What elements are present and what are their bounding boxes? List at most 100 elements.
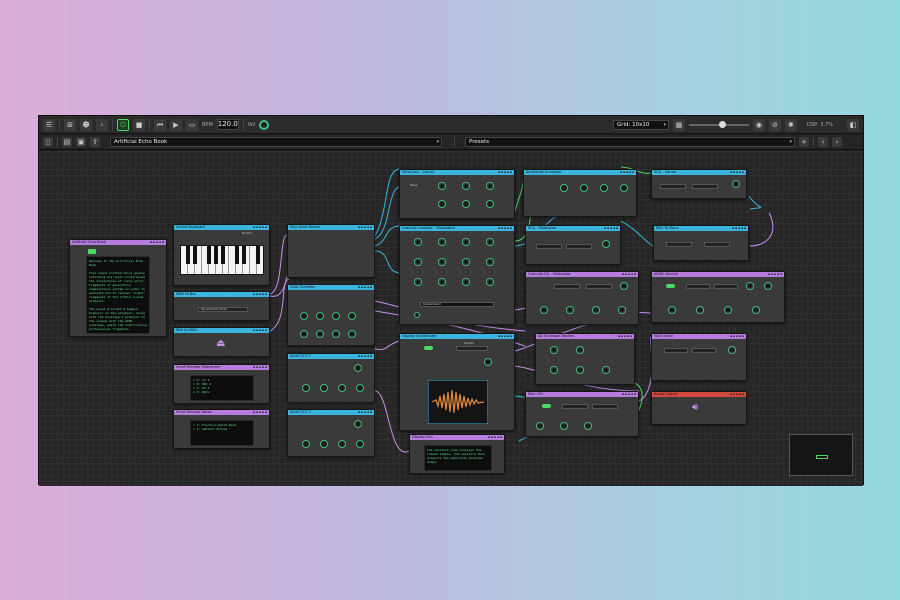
prev-icon[interactable]: ‹ xyxy=(818,137,828,147)
select[interactable] xyxy=(704,242,730,247)
knob[interactable] xyxy=(486,200,494,208)
select[interactable] xyxy=(586,284,612,289)
enable-toggle[interactable] xyxy=(542,404,551,408)
sample-select[interactable]: Bypass/Select xyxy=(420,302,494,307)
node-lfo-2[interactable]: Small LFO 2 xyxy=(287,409,375,457)
piano-keys[interactable] xyxy=(180,245,264,275)
knob[interactable] xyxy=(576,366,584,374)
knob[interactable] xyxy=(438,182,446,190)
node-poly-to-mono[interactable]: Poly To Mono xyxy=(653,225,749,261)
knob[interactable] xyxy=(536,422,544,430)
knob[interactable] xyxy=(550,366,558,374)
knob[interactable] xyxy=(338,384,346,392)
patch-name-select[interactable]: Artificial Echo Book xyxy=(110,137,442,147)
tab-toggle[interactable] xyxy=(88,249,96,254)
monitor-icon[interactable]: ▭ xyxy=(186,118,198,131)
knob[interactable] xyxy=(732,180,740,188)
node-audio-output[interactable]: Audio Output 🔊︎ xyxy=(651,391,747,425)
node-vca-carrier[interactable]: VCA - Carrier xyxy=(651,169,747,199)
power-icon[interactable]: ⏻ xyxy=(117,118,129,131)
grid-select[interactable]: Grid: 10x10 xyxy=(612,119,669,130)
hierarchy-icon[interactable]: ⊞ xyxy=(64,118,76,131)
knob[interactable] xyxy=(576,346,584,354)
knob[interactable] xyxy=(486,278,494,286)
select[interactable] xyxy=(692,348,716,353)
enable-toggle[interactable] xyxy=(666,284,675,288)
node-multi-level[interactable]: Multi Level xyxy=(651,333,747,381)
eye-off-icon[interactable]: ⊘ xyxy=(768,118,781,131)
node-eq-modulator[interactable]: Granular EQ - Modulator xyxy=(525,271,639,325)
node-virtual-keyboard[interactable]: Virtual Keyboard Monitor xyxy=(173,224,270,286)
volume-knob[interactable] xyxy=(259,119,270,130)
knob[interactable] xyxy=(560,422,568,430)
node-amp-envelope[interactable]: Amplitude Envelope xyxy=(523,169,637,217)
knob[interactable] xyxy=(484,358,492,366)
knob[interactable] xyxy=(438,238,446,246)
rate-knob[interactable] xyxy=(354,364,362,372)
knob[interactable] xyxy=(300,330,308,338)
knob[interactable] xyxy=(356,384,364,392)
knob[interactable] xyxy=(300,312,308,320)
menu-icon[interactable]: ☰ xyxy=(43,118,55,131)
knob[interactable] xyxy=(348,330,356,338)
knob[interactable] xyxy=(302,384,310,392)
knob[interactable] xyxy=(316,330,324,338)
knob[interactable] xyxy=(550,346,558,354)
knob[interactable] xyxy=(348,312,356,320)
knob[interactable] xyxy=(618,306,626,314)
robot-icon[interactable]: ☻ xyxy=(80,118,92,131)
minimap[interactable] xyxy=(789,434,853,476)
knob[interactable] xyxy=(696,306,704,314)
select[interactable] xyxy=(666,242,692,247)
knob[interactable] xyxy=(462,238,470,246)
knob[interactable] xyxy=(580,184,588,192)
wave-select[interactable] xyxy=(562,404,588,409)
enable-toggle[interactable] xyxy=(424,346,433,350)
node-notes[interactable]: Small Remote Notes > 1: Function-Patch-B… xyxy=(173,409,270,449)
knob[interactable] xyxy=(320,440,328,448)
knob[interactable] xyxy=(316,312,324,320)
knob[interactable] xyxy=(600,184,608,192)
node-granular-sampler[interactable]: Granular Sampler - Modulated Bypass/Sele… xyxy=(399,225,515,325)
knob[interactable] xyxy=(438,258,446,266)
knob[interactable] xyxy=(302,440,310,448)
node-dual-oscillator[interactable]: Dual Oscillator xyxy=(287,284,375,346)
knob[interactable] xyxy=(728,346,736,354)
knob[interactable] xyxy=(438,200,446,208)
node-midi-filter[interactable]: MIDI HI-Bus Bypass/Select Mode xyxy=(173,291,270,321)
knob[interactable] xyxy=(486,182,494,190)
select[interactable] xyxy=(566,244,592,249)
new-file-icon[interactable]: ▯ xyxy=(43,137,53,147)
sync-select[interactable] xyxy=(592,404,618,409)
knob[interactable] xyxy=(592,306,600,314)
node-sequencer[interactable]: Small Remote Sequencer > A: C2 1 > B: D#… xyxy=(173,364,270,404)
select[interactable] xyxy=(686,284,710,289)
knob[interactable] xyxy=(438,278,446,286)
knob[interactable] xyxy=(338,440,346,448)
node-canvas[interactable]: Artificial Echo Book Welcome to the Arti… xyxy=(39,151,863,486)
node-display-info[interactable]: Display Info The waveform view displays … xyxy=(409,434,505,474)
knob[interactable] xyxy=(566,306,574,314)
node-vca-modulator[interactable]: VCA - Modulator xyxy=(525,225,621,265)
bpm-input[interactable]: 120.0 xyxy=(216,119,239,130)
knob[interactable] xyxy=(764,282,772,290)
play-icon[interactable]: ▶ xyxy=(170,118,182,131)
add-icon[interactable]: + xyxy=(799,137,809,147)
mode-select[interactable] xyxy=(456,346,488,351)
skip-back-icon[interactable]: ⏮ xyxy=(154,118,166,131)
minimap-viewport[interactable] xyxy=(816,455,828,459)
map-icon[interactable]: ▦ xyxy=(672,118,685,131)
knob[interactable] xyxy=(462,278,470,286)
knob[interactable] xyxy=(746,282,754,290)
knob[interactable] xyxy=(332,312,340,320)
terminal-icon[interactable]: › xyxy=(96,118,108,131)
node-adsr-volume[interactable]: ADSR Volume xyxy=(651,271,785,323)
knob[interactable] xyxy=(602,240,610,248)
select[interactable] xyxy=(554,284,580,289)
knob[interactable] xyxy=(462,258,470,266)
knob[interactable] xyxy=(540,306,548,314)
knob[interactable] xyxy=(620,184,628,192)
knob[interactable] xyxy=(462,200,470,208)
node-display-synth[interactable]: Display Synthesizer Sample xyxy=(399,333,515,431)
open-icon[interactable]: ▤ xyxy=(62,137,72,147)
